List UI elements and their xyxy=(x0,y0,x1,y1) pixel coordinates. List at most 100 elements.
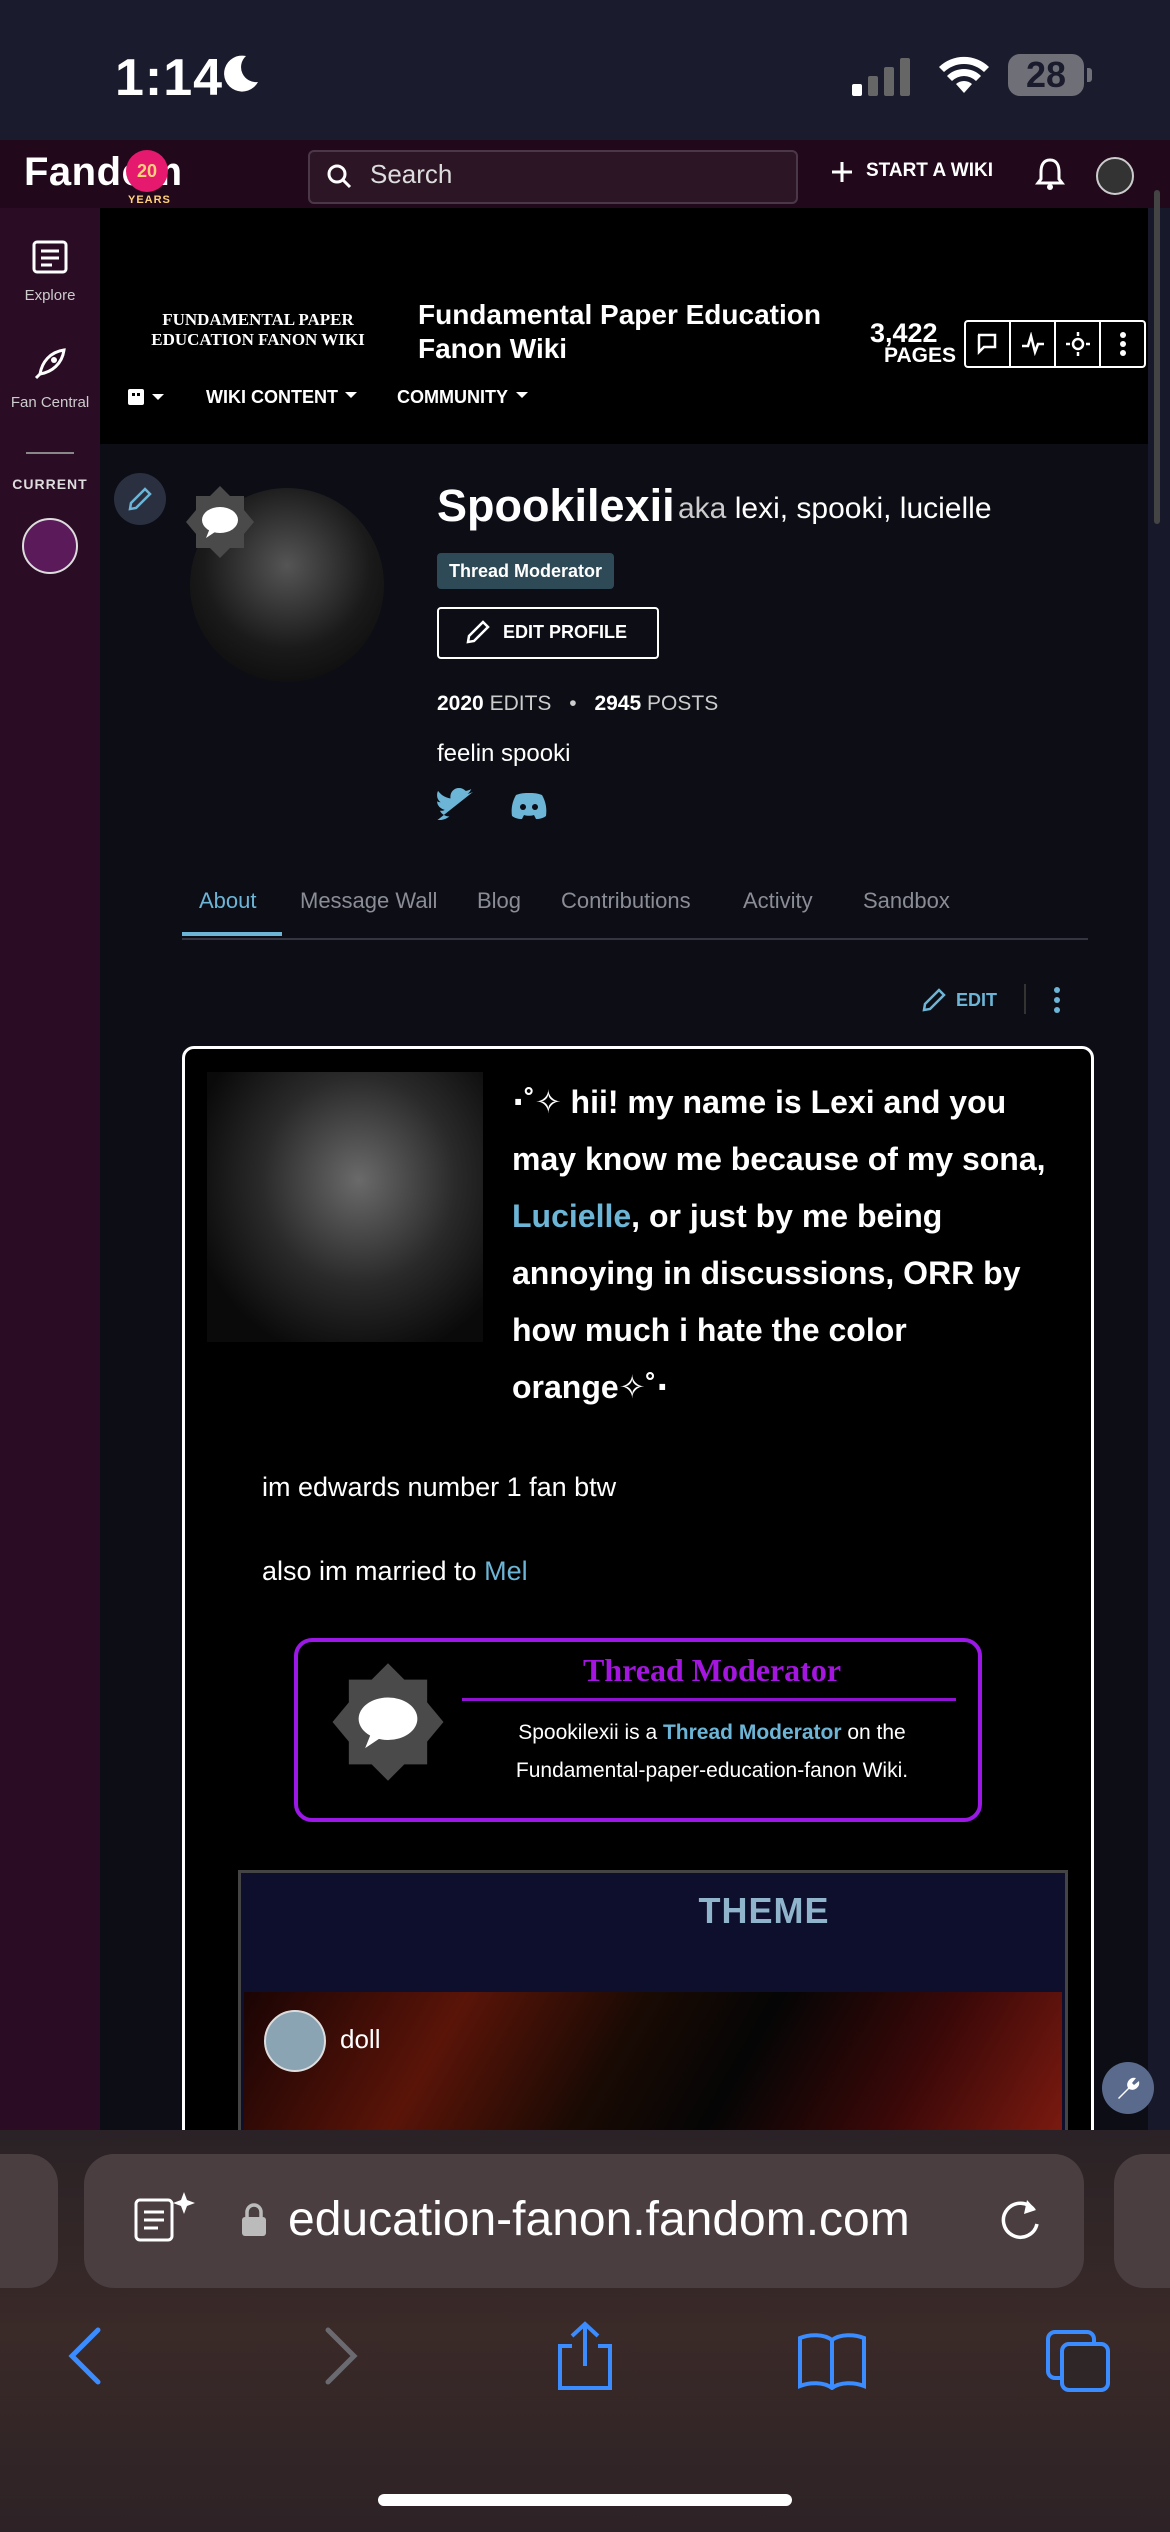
role-tag: Thread Moderator xyxy=(437,553,615,589)
cellular-signal-icon xyxy=(852,58,910,96)
aka-prefix: aka xyxy=(678,492,727,525)
tabs-divider xyxy=(182,938,1088,940)
about-image xyxy=(207,1072,483,1342)
moon-icon xyxy=(224,55,258,92)
profile-username: Spookilexii xyxy=(437,480,675,531)
home-indicator[interactable] xyxy=(378,2494,792,2506)
anniversary-badge: 20 xyxy=(126,150,168,192)
about-intro: ⋅˚✧ hii! my name is Lexi and you may kno… xyxy=(512,1074,1052,1416)
about-line-2: also im married to Mel xyxy=(262,1556,528,1587)
forward-icon[interactable] xyxy=(320,2326,360,2386)
reload-icon[interactable] xyxy=(994,2194,1046,2246)
mel-link[interactable]: Mel xyxy=(484,1556,528,1586)
next-tab-preview[interactable] xyxy=(1114,2154,1170,2288)
lucielle-link[interactable]: Lucielle xyxy=(512,1198,631,1234)
battery-tip xyxy=(1087,68,1092,82)
about-line-1: im edwards number 1 fan btw xyxy=(262,1472,617,1502)
url-text[interactable]: education-fanon.fandom.com xyxy=(288,2192,910,2247)
nav-wiki-content[interactable]: WIKI CONTENT xyxy=(206,387,338,408)
rail-item-fan-central[interactable]: Fan Central xyxy=(0,395,100,411)
profile-stats: 2020 EDITS • 2945 POSTS xyxy=(437,692,719,715)
theme-user-name: doll xyxy=(340,2024,381,2054)
share-icon[interactable] xyxy=(554,2320,616,2392)
edits-label: EDITS xyxy=(489,692,552,715)
discord-icon[interactable] xyxy=(510,792,548,820)
lock-icon xyxy=(242,2203,266,2236)
theme-title: THEME xyxy=(698,1890,830,1931)
intro-text: ⋅˚✧ hii! my name is Lexi and you may kno… xyxy=(512,1084,1046,1177)
mod-text-role[interactable]: Thread Moderator xyxy=(663,1721,842,1744)
profile-aka: aka lexi, spooki, lucielle xyxy=(678,492,992,526)
tab-blog[interactable]: Blog xyxy=(477,888,521,914)
back-icon[interactable] xyxy=(66,2326,106,2386)
moderator-box-divider xyxy=(462,1698,956,1701)
theme-banner-image xyxy=(244,1992,1062,2132)
aka-names: lexi, spooki, lucielle xyxy=(734,492,992,525)
edit-profile-label: EDIT PROFILE xyxy=(503,622,628,642)
recent-changes-button[interactable] xyxy=(1011,322,1056,366)
tab-contributions[interactable]: Contributions xyxy=(561,888,691,914)
line2-text: also im married to xyxy=(262,1556,485,1586)
search-placeholder: Search xyxy=(370,159,453,189)
activity-icon xyxy=(1021,332,1044,356)
explore-icon[interactable] xyxy=(32,240,68,274)
pages-label: PAGES xyxy=(884,344,956,367)
tab-message-wall[interactable]: Message Wall xyxy=(300,888,437,914)
pencil-icon xyxy=(128,487,152,511)
reader-summary-icon[interactable] xyxy=(134,2190,196,2250)
discussions-button[interactable] xyxy=(966,322,1011,366)
tabs-icon[interactable] xyxy=(1044,2328,1114,2394)
moderator-box-text: Spookilexii is a Thread Moderator on the… xyxy=(462,1714,962,1790)
tab-activity[interactable]: Activity xyxy=(743,888,813,914)
wrench-icon xyxy=(1118,2077,1140,2099)
profile-bio: feelin spooki xyxy=(437,740,571,767)
anniversary-label: YEARS xyxy=(128,194,171,206)
kebab-icon xyxy=(1119,332,1126,356)
status-time: 1:14 xyxy=(115,49,224,107)
moderator-badge-icon xyxy=(332,1663,444,1781)
moderator-badge-icon xyxy=(186,486,254,558)
theme-user-avatar xyxy=(264,2010,326,2072)
edit-about-button[interactable]: EDIT xyxy=(956,990,997,1011)
edits-count: 2020 xyxy=(437,692,484,715)
moderator-box-title: Thread Moderator xyxy=(582,1652,842,1688)
posts-count: 2945 xyxy=(594,692,642,715)
pencil-icon xyxy=(922,988,946,1012)
search-icon xyxy=(327,164,352,189)
chevron-down-icon xyxy=(345,392,357,398)
battery-indicator: 28 xyxy=(1008,54,1084,96)
left-rail xyxy=(0,208,100,2130)
twitter-icon[interactable] xyxy=(437,788,475,820)
rail-item-explore[interactable]: Explore xyxy=(0,287,100,304)
bookmarks-icon[interactable] xyxy=(796,2330,868,2390)
user-avatar[interactable] xyxy=(1096,157,1134,195)
start-wiki-button[interactable]: START A WIKI xyxy=(866,160,993,182)
posts-label: POSTS xyxy=(647,692,719,715)
theme-toggle-button[interactable] xyxy=(1056,322,1101,366)
tab-sandbox[interactable]: Sandbox xyxy=(863,888,950,914)
wifi-icon xyxy=(939,56,989,93)
tab-about[interactable]: About xyxy=(199,888,257,914)
wiki-logo[interactable]: FUNDAMENTAL PAPER EDUCATION FANON WIKI xyxy=(138,310,378,350)
sun-icon xyxy=(1065,332,1090,356)
pencil-icon xyxy=(466,620,490,644)
current-wiki-icon[interactable] xyxy=(22,518,78,574)
mod-text-prefix: Spookilexii is a xyxy=(518,1721,663,1744)
previous-tab-preview[interactable] xyxy=(0,2154,58,2288)
notifications-bell-icon[interactable] xyxy=(1035,157,1065,191)
discussions-icon xyxy=(977,333,996,356)
wiki-tools xyxy=(964,320,1146,368)
chevron-down-icon xyxy=(516,392,528,398)
plus-icon xyxy=(832,162,852,182)
rail-divider xyxy=(26,452,74,454)
rocket-icon[interactable] xyxy=(32,346,68,382)
divider xyxy=(1024,984,1026,1014)
more-options-icon[interactable] xyxy=(1052,985,1062,1015)
scrollbar[interactable] xyxy=(1154,190,1160,524)
more-tools-button[interactable] xyxy=(1101,322,1144,366)
wiki-home-icon[interactable] xyxy=(128,388,168,406)
rail-current-label: CURRENT xyxy=(12,476,88,492)
nav-community[interactable]: COMMUNITY xyxy=(397,387,508,408)
active-tab-indicator xyxy=(182,932,282,936)
wiki-title[interactable]: Fundamental Paper Education Fanon Wiki xyxy=(418,298,838,366)
